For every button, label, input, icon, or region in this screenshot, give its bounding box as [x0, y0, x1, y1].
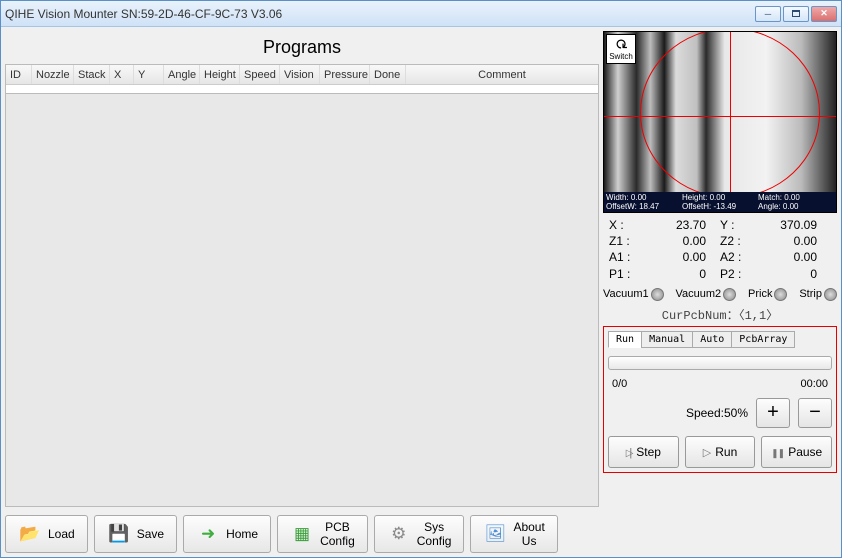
col-comment[interactable]: Comment [406, 65, 598, 84]
step-icon [626, 445, 633, 459]
speed-plus-button[interactable]: + [756, 398, 790, 428]
save-icon: 💾 [107, 522, 131, 546]
minimize-button[interactable] [755, 6, 781, 22]
camera-view[interactable]: ⟳ Switch Width: 0.00 OffsetW: 18.47 Heig… [603, 31, 837, 213]
current-pcb-number: CurPcbNum：〈1,1〉 [603, 305, 837, 324]
about-icon: 🖼 [483, 522, 507, 546]
load-button[interactable]: 📂Load [5, 515, 88, 553]
strip-label: Strip [799, 288, 822, 300]
crosshair-horizontal [604, 116, 836, 117]
col-done[interactable]: Done [370, 65, 406, 84]
window-title: QIHE Vision Mounter SN:59-2D-46-CF-9C-73… [5, 7, 755, 21]
tab-run[interactable]: Run [608, 331, 642, 348]
programs-table-body[interactable] [5, 94, 599, 507]
progress-bar [608, 356, 832, 370]
prick-label: Prick [748, 288, 772, 300]
col-angle[interactable]: Angle [164, 65, 200, 84]
coordinates-panel: X :23.70 Y :370.09 Z1 :0.00 Z2 :0.00 A1 … [603, 215, 837, 284]
col-height[interactable]: Height [200, 65, 240, 84]
vacuum1-label: Vacuum1 [603, 288, 649, 300]
progress-count: 0/0 [612, 378, 627, 390]
col-nozzle[interactable]: Nozzle [32, 65, 74, 84]
crosshair-vertical [730, 32, 731, 198]
folder-icon: 📂 [18, 522, 42, 546]
col-stack[interactable]: Stack [74, 65, 110, 84]
step-button[interactable]: Step [608, 436, 679, 468]
sys-config-button[interactable]: ⚙Sys Config [374, 515, 465, 553]
prick-led[interactable] [774, 288, 787, 301]
run-panel: Run Manual Auto PcbArray 0/0 00:00 Speed… [603, 326, 837, 473]
pause-icon [771, 445, 784, 459]
col-id[interactable]: ID [6, 65, 32, 84]
speed-label: Speed:50% [686, 406, 748, 420]
close-button[interactable] [811, 6, 837, 22]
run-button[interactable]: Run [685, 436, 756, 468]
col-speed[interactable]: Speed [240, 65, 280, 84]
save-button[interactable]: 💾Save [94, 515, 177, 553]
pcb-icon: ▦ [290, 522, 314, 546]
col-vision[interactable]: Vision [280, 65, 320, 84]
camera-readout: Width: 0.00 OffsetW: 18.47 Height: 0.00 … [604, 192, 836, 212]
vacuum2-label: Vacuum2 [676, 288, 722, 300]
vacuum2-led[interactable] [723, 288, 736, 301]
play-icon [703, 445, 711, 459]
home-button[interactable]: ➜Home [183, 515, 271, 553]
gear-icon: ⚙ [387, 522, 411, 546]
strip-led[interactable] [824, 288, 837, 301]
bottom-toolbar: 📂Load 💾Save ➜Home ▦PCB Config ⚙Sys Confi… [1, 511, 841, 557]
tab-pcbarray[interactable]: PcbArray [731, 331, 795, 348]
about-button[interactable]: 🖼About Us [470, 515, 557, 553]
programs-heading: Programs [5, 31, 599, 64]
speed-minus-button[interactable]: − [798, 398, 832, 428]
programs-table-header: ID Nozzle Stack X Y Angle Height Speed V… [5, 64, 599, 94]
camera-switch-button[interactable]: ⟳ Switch [606, 34, 636, 64]
vacuum1-led[interactable] [651, 288, 664, 301]
io-indicators: Vacuum1 Vacuum2 Prick Strip [603, 286, 837, 303]
col-y[interactable]: Y [134, 65, 164, 84]
tab-manual[interactable]: Manual [641, 331, 693, 348]
col-pressure[interactable]: Pressure [320, 65, 370, 84]
tab-auto[interactable]: Auto [692, 331, 732, 348]
pause-button[interactable]: Pause [761, 436, 832, 468]
titlebar: QIHE Vision Mounter SN:59-2D-46-CF-9C-73… [1, 1, 841, 27]
col-x[interactable]: X [110, 65, 134, 84]
pcb-config-button[interactable]: ▦PCB Config [277, 515, 368, 553]
progress-time: 00:00 [800, 378, 828, 390]
home-icon: ➜ [196, 522, 220, 546]
maximize-button[interactable] [783, 6, 809, 22]
